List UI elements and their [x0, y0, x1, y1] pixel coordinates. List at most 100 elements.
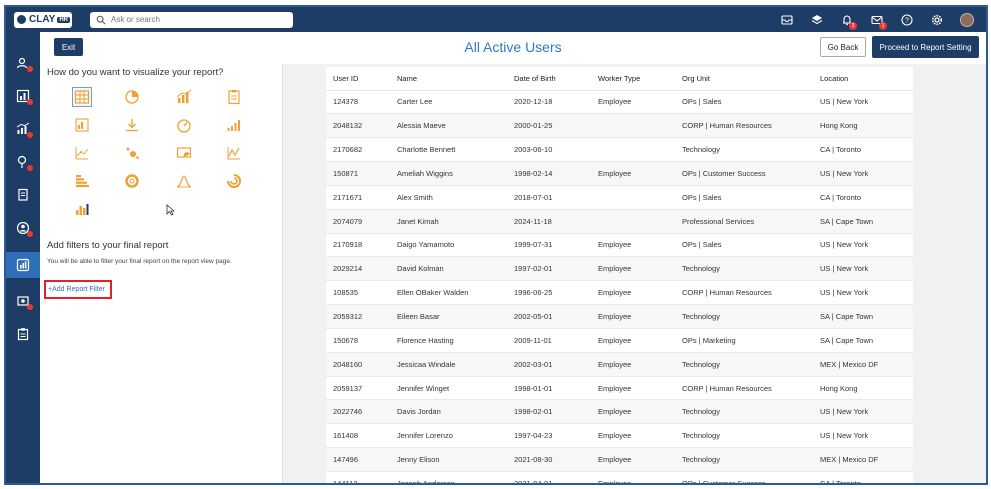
- table-cell: 2074079: [326, 209, 390, 234]
- rail-dashboard-icon[interactable]: [6, 83, 40, 109]
- download-icon[interactable]: [122, 115, 142, 135]
- table-cell: Technology: [675, 352, 813, 377]
- inbox-icon[interactable]: [772, 7, 802, 32]
- report-list-icon[interactable]: [224, 87, 244, 107]
- column-header[interactable]: Org Unit: [675, 67, 813, 91]
- radial-chart-icon[interactable]: [224, 171, 244, 191]
- column-header[interactable]: Date of Birth: [507, 67, 591, 91]
- line-chart-icon[interactable]: [224, 143, 244, 163]
- rail-documents-icon[interactable]: [6, 182, 40, 208]
- table-row[interactable]: 2059312 Eileen Basar 2002-05-01 Employee Tec…: [326, 304, 913, 329]
- table-cell: OPs | Sales: [675, 233, 813, 258]
- table-row[interactable]: 2048132 Alessia Maeve 2000-01-25 CORP | Hum…: [326, 113, 913, 139]
- clayhr-logo[interactable]: CLAY HR: [14, 11, 72, 28]
- table-cell: 1999-07-31: [507, 233, 591, 258]
- rail-goals-icon[interactable]: [6, 149, 40, 175]
- table-row[interactable]: 144113Joseph Anderson2021-04-01EmployeeO…: [326, 471, 913, 483]
- mail-icon[interactable]: 1: [862, 7, 892, 32]
- column-header[interactable]: Name: [390, 67, 507, 91]
- table-cell: OPs | Sales: [675, 90, 813, 115]
- table-cell: Charlotte Bennett: [390, 137, 507, 163]
- rail-clipboard-icon[interactable]: [6, 321, 40, 347]
- search-box[interactable]: [90, 11, 293, 28]
- bell-icon[interactable]: 3: [832, 7, 862, 32]
- table-row[interactable]: 150678 Florence Hasting 2009-11-01 Employee…: [326, 328, 913, 353]
- rail-profile-icon[interactable]: [6, 215, 40, 241]
- stacked-bar-icon[interactable]: [72, 199, 92, 219]
- table-cell: Employee: [591, 471, 675, 483]
- table-row[interactable]: 2171671 Alex Smith 2018-07-01 OPs | Sales CA…: [326, 185, 913, 210]
- table-row[interactable]: 2170682 Charlotte Bennett 2003-06-10 Techno…: [326, 137, 913, 163]
- table-cell: Employee: [591, 233, 675, 258]
- table-cell: Employee: [591, 423, 675, 449]
- table-cell: Professional Services: [675, 209, 813, 234]
- user-avatar[interactable]: [952, 7, 982, 32]
- distribution-curve-icon[interactable]: [174, 171, 194, 191]
- table-cell: 150678: [326, 328, 390, 353]
- table-cell: 2048132: [326, 113, 390, 139]
- bubble-chart-icon[interactable]: [122, 143, 142, 163]
- table-cell: Employee: [591, 90, 675, 115]
- column-header[interactable]: User ID: [326, 67, 390, 91]
- table-cell: SA | Cape Town: [813, 304, 913, 329]
- table-cell: [591, 137, 675, 163]
- table-row[interactable]: 108535 Ellen OBaker Walden 1996-06-25 Emplo…: [326, 280, 913, 306]
- table-row[interactable]: 2022746 Davis Jordan 1998-02-01 Employee Tec…: [326, 399, 913, 425]
- rail-hiring-icon[interactable]: [6, 288, 40, 314]
- table-cell: 2000-01-25: [507, 113, 591, 139]
- card-chart-icon[interactable]: [174, 143, 194, 163]
- table-cell: OPs | Marketing: [675, 328, 813, 353]
- table-cell: Jennifer Winget: [390, 376, 507, 401]
- table-cell: 1997-02-01: [507, 256, 591, 282]
- logo-mark-icon: [17, 15, 26, 24]
- layers-icon[interactable]: [802, 7, 832, 32]
- table-viz-icon[interactable]: [72, 87, 92, 107]
- table-cell: OPs | Customer Success: [675, 161, 813, 186]
- table-cell: CORP | Human Resources: [675, 376, 813, 401]
- table-cell: MEX | Mexico DF: [813, 447, 913, 472]
- table-cell: 2059137: [326, 376, 390, 401]
- table-row[interactable]: 2029214 David Kolman 1997-02-01 Employee Tec…: [326, 256, 913, 282]
- gauge-chart-icon[interactable]: [174, 115, 194, 135]
- column-header[interactable]: Worker Type: [591, 67, 675, 91]
- table-row[interactable]: 124378 Carter Lee 2020-12-18 Employee OPs | …: [326, 90, 913, 115]
- table-cell: Eileen Basar: [390, 304, 507, 329]
- help-icon[interactable]: ?: [892, 7, 922, 32]
- table-row[interactable]: 2074079 Janet Kimah 2024-11-18 Professional…: [326, 209, 913, 234]
- bar-chart-icon[interactable]: [174, 87, 194, 107]
- table-cell: Daigo Yamamoto: [390, 233, 507, 258]
- table-cell: 2002-03-01: [507, 352, 591, 377]
- rail-people-icon[interactable]: [6, 50, 40, 76]
- table-row[interactable]: 150871 Ameliah Wiggins 1998-02-14 Employee O…: [326, 161, 913, 186]
- table-row[interactable]: 147496 Jenny Elison 2021-08-30 Employee Tech…: [326, 447, 913, 472]
- donut-chart-icon[interactable]: [122, 171, 142, 191]
- rail-analytics-icon[interactable]: [6, 116, 40, 142]
- table-cell: Jennifer Lorenzo: [390, 423, 507, 449]
- table-row[interactable]: 161408 Jennifer Lorenzo 1997-04-23 Employee…: [326, 423, 913, 449]
- table-cell: 2171671: [326, 185, 390, 210]
- table-row[interactable]: 2048160 Jessicaa Windale 2002-03-01 Employe…: [326, 352, 913, 377]
- pie-chart-icon[interactable]: [122, 87, 142, 107]
- table-cell: CA | Toronto: [813, 137, 913, 163]
- table-cell: Hong Kong: [813, 376, 913, 401]
- table-cell: Employee: [591, 304, 675, 329]
- add-report-filter-button[interactable]: +Add Report Filter: [44, 280, 112, 299]
- table-row[interactable]: 2170918 Daigo Yamamoto 1999-07-31 Employee O…: [326, 233, 913, 258]
- table-cell: CORP | Human Resources: [675, 113, 813, 139]
- table-row[interactable]: 2059137 Jennifer Winget 1998-01-01 Employee…: [326, 376, 913, 401]
- ascending-bar-icon[interactable]: [224, 115, 244, 135]
- scatter-plot-icon[interactable]: [72, 143, 92, 163]
- rail-reports-icon[interactable]: [6, 252, 40, 278]
- column-chart-icon[interactable]: [72, 115, 92, 135]
- mail-badge: 1: [879, 22, 887, 30]
- table-cell: US | New York: [813, 233, 913, 258]
- table-cell: OPs | Customer Success: [675, 471, 813, 483]
- horizontal-bar-icon[interactable]: [72, 171, 92, 191]
- gear-icon[interactable]: [922, 7, 952, 32]
- table-cell: US | New York: [813, 399, 913, 425]
- left-rail: [6, 32, 40, 483]
- proceed-to-report-setting-button[interactable]: Proceed to Report Setting: [872, 36, 979, 58]
- go-back-button[interactable]: Go Back: [820, 37, 866, 57]
- column-header[interactable]: Location: [813, 67, 913, 91]
- search-input[interactable]: [111, 15, 281, 24]
